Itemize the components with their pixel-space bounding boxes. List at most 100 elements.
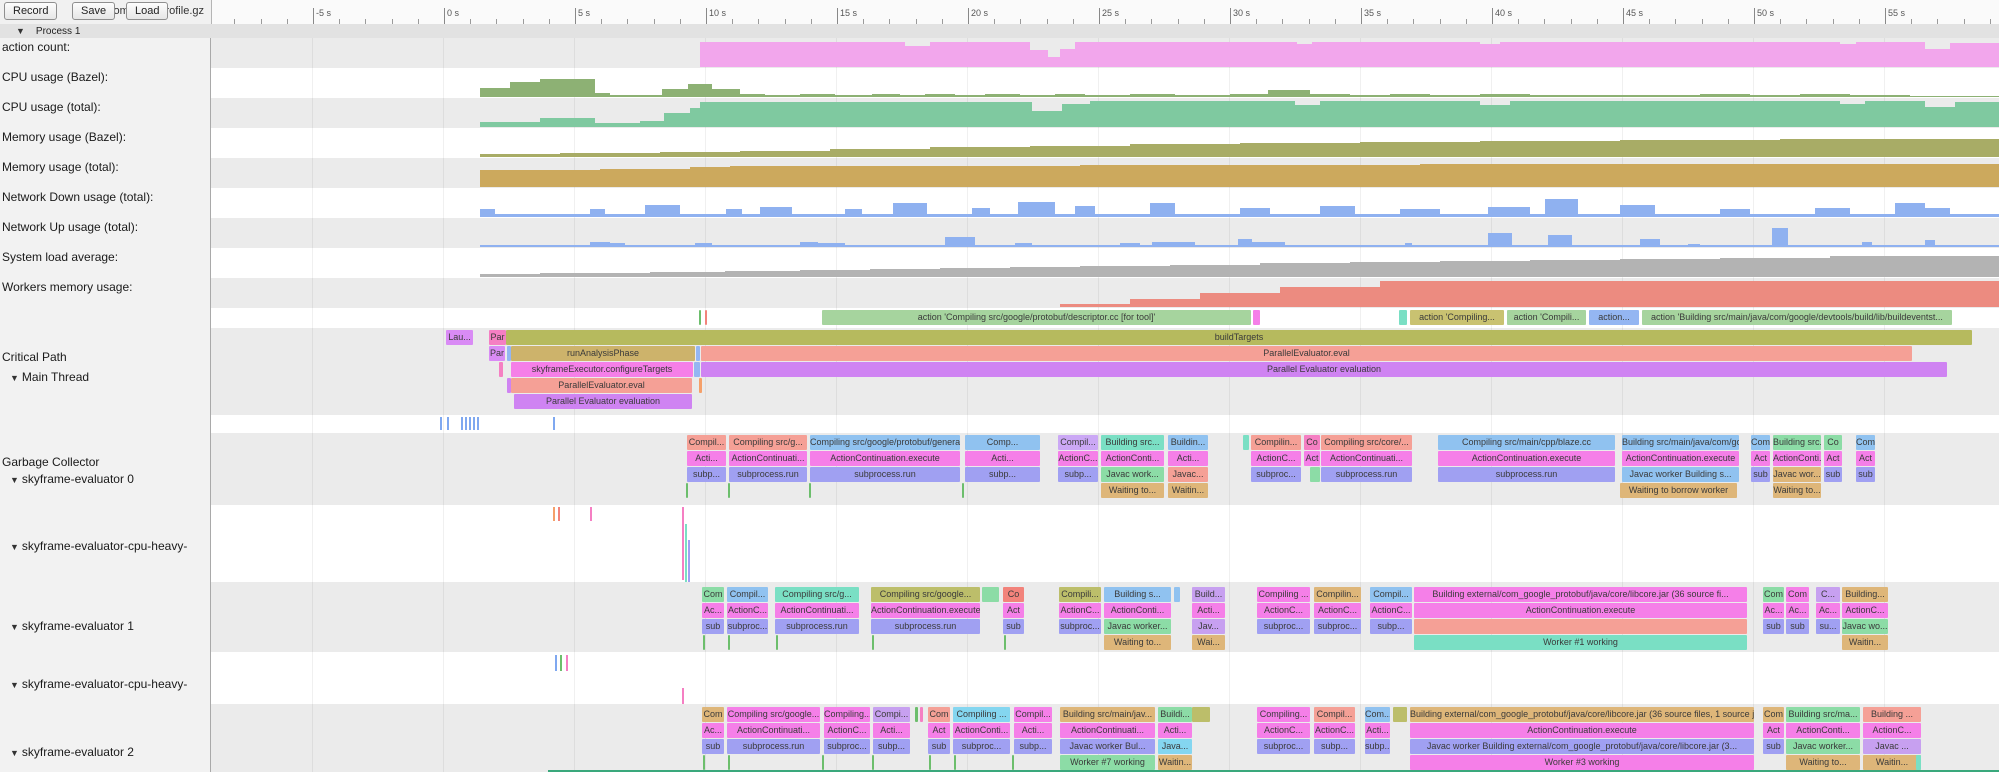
span[interactable]: Javac worker... — [1786, 739, 1860, 754]
span[interactable] — [920, 707, 923, 722]
span[interactable]: sub — [1824, 467, 1842, 482]
timeline-ruler[interactable]: -5 s0 s5 s10 s15 s20 s25 s30 s35 s40 s45… — [211, 0, 1999, 24]
span[interactable]: Java... — [1158, 739, 1192, 754]
span[interactable]: subp... — [1314, 739, 1355, 754]
span[interactable]: Compiling src/core/... — [1321, 435, 1412, 450]
span[interactable]: ActionContinuati... — [729, 451, 807, 466]
span[interactable] — [1243, 435, 1249, 450]
span[interactable]: Compiling ... — [1257, 587, 1310, 602]
span[interactable] — [728, 483, 730, 498]
span[interactable]: Javac wo... — [1842, 619, 1888, 634]
span[interactable]: ParallelEvaluator.eval — [511, 378, 692, 393]
span[interactable]: Ac... — [702, 723, 724, 738]
span[interactable]: Javac worker Bul... — [1060, 739, 1155, 754]
span[interactable]: Compiling src/google/protobuf/generat... — [810, 435, 960, 450]
span[interactable]: Com — [1751, 435, 1770, 450]
span[interactable]: Waitin... — [1842, 635, 1888, 650]
span[interactable]: subprocess.run — [810, 467, 960, 482]
track-label-skyframe-evaluator-cpu-heavy-[interactable]: ▼skyframe-evaluator-cpu-heavy- — [2, 677, 187, 691]
span[interactable]: subp... — [1014, 739, 1052, 754]
span[interactable]: ActionC... — [1370, 603, 1412, 618]
span[interactable]: Building src/ma... — [1786, 707, 1860, 722]
toolbar-button-save[interactable]: Save — [72, 2, 115, 20]
span[interactable] — [1192, 707, 1210, 722]
span[interactable]: subproc... — [1314, 619, 1361, 634]
span[interactable]: subprocess.run — [727, 739, 820, 754]
span[interactable]: Wai... — [1192, 635, 1225, 650]
span[interactable] — [809, 483, 811, 498]
track-label-main-thread[interactable]: ▼Main Thread — [2, 370, 89, 384]
span[interactable]: sub — [1751, 467, 1770, 482]
span[interactable] — [499, 362, 503, 377]
span[interactable]: Javac wor... — [1773, 467, 1821, 482]
span[interactable]: C... — [1816, 587, 1840, 602]
span[interactable]: Compilin... — [1251, 435, 1301, 450]
span[interactable]: Compiling src/main/cpp/blaze.cc — [1438, 435, 1615, 450]
span[interactable]: Act — [1304, 451, 1320, 466]
span[interactable]: Com — [1856, 435, 1875, 450]
span[interactable]: Waiting to... — [1101, 483, 1164, 498]
span[interactable]: Ac... — [1816, 603, 1840, 618]
span[interactable]: sub — [702, 739, 724, 754]
span[interactable]: Acti... — [1158, 723, 1192, 738]
span[interactable]: ActionC... — [1842, 603, 1888, 618]
span[interactable]: ActionC... — [1058, 451, 1098, 466]
span[interactable]: Act — [928, 723, 950, 738]
span[interactable]: ActionC... — [1863, 723, 1921, 738]
span[interactable]: sub — [1856, 467, 1875, 482]
span[interactable]: Compil... — [687, 435, 726, 450]
span[interactable] — [728, 755, 730, 770]
span[interactable]: Compiling... — [1257, 707, 1310, 722]
span[interactable]: ActionC... — [1257, 603, 1310, 618]
span[interactable]: action 'Compiling... — [1410, 310, 1504, 325]
span[interactable]: ActionContinuati... — [775, 603, 859, 618]
span[interactable]: subproc... — [727, 619, 768, 634]
span[interactable]: subp... — [1370, 619, 1412, 634]
span[interactable]: Javac work... — [1101, 467, 1164, 482]
span[interactable] — [872, 635, 874, 650]
span[interactable]: Compiling src/google... — [871, 587, 980, 602]
span[interactable] — [1414, 619, 1747, 634]
span[interactable] — [822, 755, 824, 770]
span[interactable]: Compi... — [873, 707, 910, 722]
span[interactable]: subproc... — [824, 739, 870, 754]
span[interactable]: ActionConti... — [1101, 451, 1164, 466]
span[interactable]: Co — [1824, 435, 1842, 450]
span[interactable]: Compilin... — [1314, 587, 1361, 602]
span[interactable]: Building ... — [1863, 707, 1921, 722]
span[interactable]: Com... — [1365, 707, 1390, 722]
span[interactable]: sub — [1763, 619, 1784, 634]
span[interactable]: subproc... — [953, 739, 1010, 754]
span[interactable]: sub — [1786, 619, 1809, 634]
span[interactable]: Com — [702, 587, 724, 602]
span[interactable]: Com — [1786, 587, 1809, 602]
span[interactable]: Com — [1763, 587, 1784, 602]
span[interactable] — [703, 635, 705, 650]
span[interactable]: Ac... — [1763, 603, 1784, 618]
track-label-garbage-collector[interactable]: Garbage Collector — [2, 455, 99, 469]
span[interactable]: subprocess.run — [871, 619, 980, 634]
span[interactable] — [1174, 587, 1180, 602]
track-label-skyframe-evaluator-2[interactable]: ▼skyframe-evaluator 2 — [2, 745, 134, 759]
span[interactable]: sub — [1763, 739, 1784, 754]
span[interactable]: Worker #1 working — [1414, 635, 1747, 650]
span[interactable]: Acti... — [1365, 723, 1390, 738]
span[interactable]: ActionContinuation.execute — [1622, 451, 1739, 466]
span[interactable]: ActionC... — [824, 723, 870, 738]
span[interactable]: Compiling ... — [953, 707, 1010, 722]
span[interactable]: ActionContinuation.execute — [1414, 603, 1747, 618]
span[interactable]: Compiling... — [824, 707, 870, 722]
span[interactable] — [872, 755, 874, 770]
span[interactable]: Waiting to... — [1104, 635, 1171, 650]
span[interactable]: su... — [1816, 619, 1840, 634]
span[interactable]: subprocess.run — [729, 467, 807, 482]
span[interactable]: Act — [1824, 451, 1842, 466]
span[interactable] — [776, 635, 778, 650]
span[interactable]: Par — [489, 346, 505, 361]
span[interactable] — [982, 587, 999, 602]
span[interactable]: Acti... — [687, 451, 726, 466]
span[interactable]: subp... — [1058, 467, 1098, 482]
span[interactable]: subp... — [1365, 739, 1390, 754]
span[interactable]: Building s... — [1104, 587, 1171, 602]
span[interactable]: Co — [1003, 587, 1024, 602]
